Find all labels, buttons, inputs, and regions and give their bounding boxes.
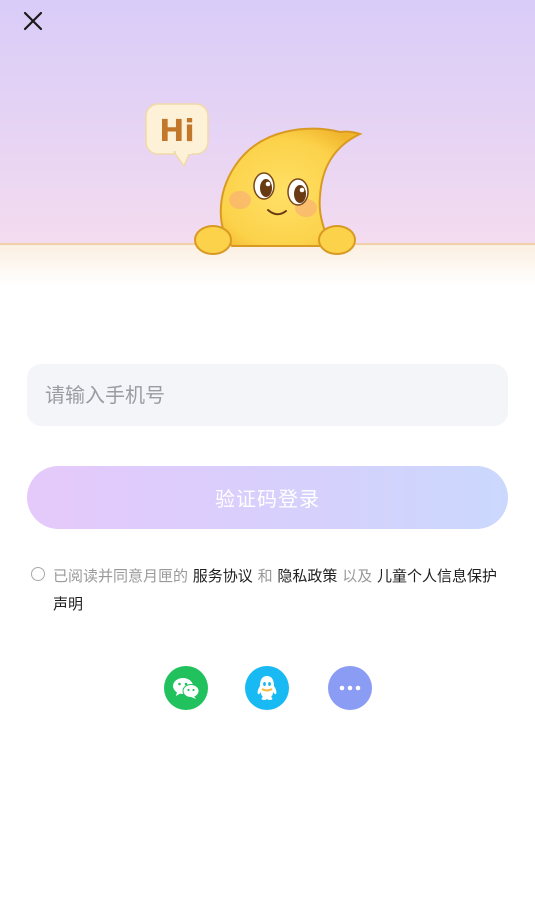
verification-login-button[interactable]: 验证码登录 xyxy=(27,466,508,529)
privacy-policy-link[interactable]: 隐私政策 xyxy=(277,567,337,585)
speech-bubble: Hi xyxy=(145,103,209,167)
agreement-connector-and: 和 xyxy=(257,567,273,585)
agreement-row: 已阅读并同意月匣的 服务协议 和 隐私政策 以及 儿童个人信息保护声明 xyxy=(31,562,511,618)
close-icon xyxy=(23,11,43,31)
agreement-text: 已阅读并同意月匣的 服务协议 和 隐私政策 以及 儿童个人信息保护声明 xyxy=(53,562,511,618)
wechat-login-button[interactable] xyxy=(164,666,208,710)
agreement-checkbox[interactable] xyxy=(31,567,45,581)
qq-login-button[interactable] xyxy=(245,666,289,710)
moon-mascot-illustration: Hi xyxy=(145,103,363,255)
agreement-prefix: 已阅读并同意月匣的 xyxy=(53,567,189,585)
agreement-connector-also: 以及 xyxy=(342,567,373,585)
wechat-icon xyxy=(173,678,200,699)
more-login-options-button[interactable] xyxy=(328,666,372,710)
terms-of-service-link[interactable]: 服务协议 xyxy=(193,567,253,585)
close-button[interactable] xyxy=(18,6,48,36)
verification-login-label: 验证码登录 xyxy=(215,487,320,511)
phone-input[interactable] xyxy=(43,382,492,408)
more-icon xyxy=(339,685,361,691)
phone-field[interactable] xyxy=(27,364,508,426)
speech-bubble-text: Hi xyxy=(159,114,194,149)
qq-icon xyxy=(257,676,277,700)
